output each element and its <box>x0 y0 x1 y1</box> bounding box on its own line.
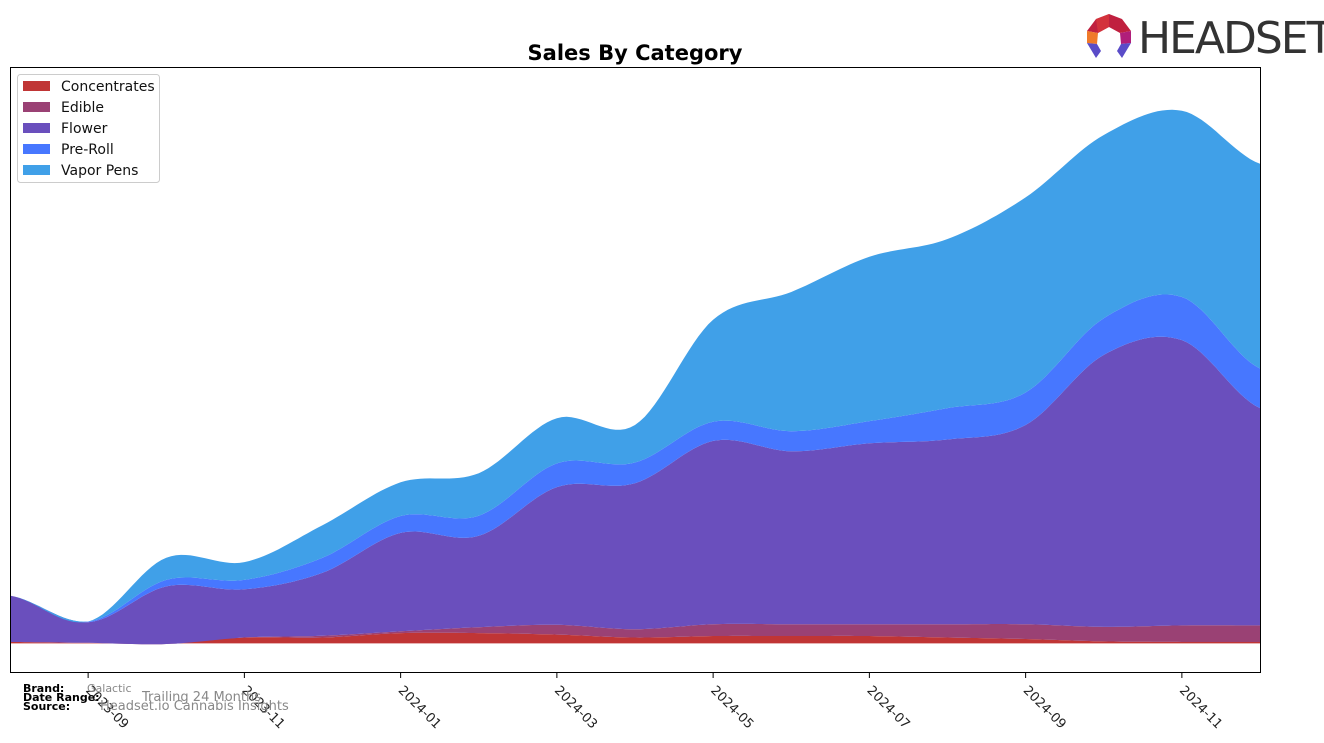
legend-swatch-flower <box>23 123 50 133</box>
headset-logo-icon <box>1087 14 1131 58</box>
x-tick-label: 2024-05 <box>707 683 756 732</box>
legend-swatch-edible <box>23 102 50 112</box>
legend-label-vapor-pens: Vapor Pens <box>61 163 138 179</box>
area-flower <box>10 336 1260 645</box>
headset-logo: HEADSET <box>1087 13 1324 64</box>
legend-label-concentrates: Concentrates <box>61 79 155 95</box>
x-tick-label: 2024-03 <box>551 683 600 732</box>
legend-label-pre-roll: Pre-Roll <box>61 142 114 158</box>
legend: Concentrates Edible Flower Pre-Roll Vapor Pe… <box>17 74 160 183</box>
x-tick-label: 2024-01 <box>395 683 444 732</box>
x-tick-label: 2024-07 <box>864 683 913 732</box>
legend-swatch-vapor-pens <box>23 165 50 175</box>
area-layers <box>10 109 1260 645</box>
sales-by-category-chart: Sales By Category 2023-09 2023-11 2024-01 2… <box>10 13 1324 732</box>
legend-swatch-concentrates <box>23 81 50 91</box>
legend-swatch-pre-roll <box>23 144 50 154</box>
chart-title: Sales By Category <box>528 41 743 65</box>
source-label: Source: <box>23 700 70 713</box>
x-tick-label: 2024-11 <box>1176 683 1225 732</box>
legend-label-edible: Edible <box>61 100 104 116</box>
headset-logo-text: HEADSET <box>1138 13 1324 64</box>
source-value: Headset.io Cannabis Insights <box>100 699 289 714</box>
legend-label-flower: Flower <box>61 121 108 137</box>
x-tick-label: 2024-09 <box>1020 683 1069 732</box>
